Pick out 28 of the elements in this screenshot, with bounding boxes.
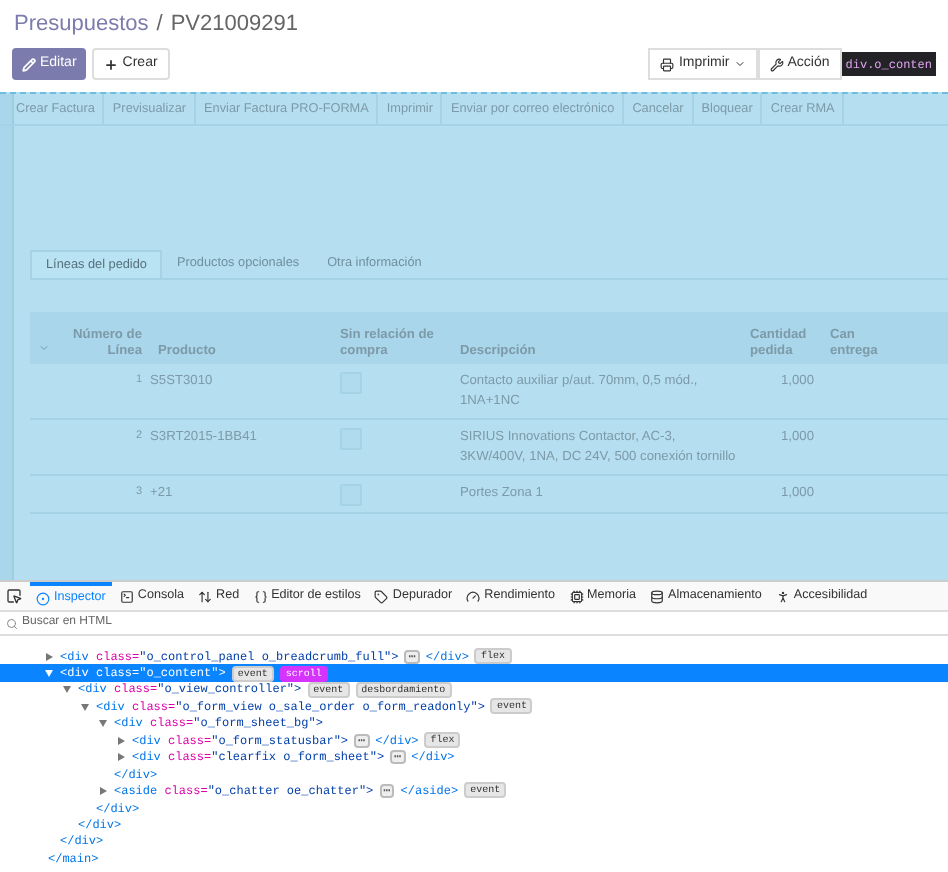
search-icon: [6, 617, 18, 629]
collapse-arrow-icon[interactable]: [62, 684, 72, 695]
collapse-arrow-icon[interactable]: [44, 668, 54, 679]
database-icon: [650, 589, 665, 603]
arrows-icon: [198, 589, 213, 603]
breadcrumb-separator: /: [156, 9, 163, 39]
expand-arrow-icon[interactable]: [116, 752, 126, 763]
breadcrumb-link[interactable]: Presupuestos: [14, 7, 149, 40]
expand-arrow-icon[interactable]: [98, 785, 108, 796]
collapse-arrow-icon[interactable]: [80, 701, 90, 712]
braces-icon: [253, 589, 268, 603]
expand-arrow-icon[interactable]: [116, 735, 126, 746]
printer-icon: [660, 57, 675, 71]
expand-arrow-icon[interactable]: [44, 651, 54, 662]
console-icon: [119, 589, 134, 603]
pencil-icon: [22, 57, 36, 71]
caret-icon: [733, 58, 746, 70]
tag-icon: [374, 589, 389, 603]
person-icon: [775, 589, 790, 603]
wrench-icon: [769, 57, 784, 71]
plus-icon: [104, 57, 119, 71]
collapse-arrow-icon[interactable]: [98, 718, 108, 729]
record-title: PV21009291: [170, 9, 298, 39]
caret-icon: [38, 342, 50, 354]
picker-icon[interactable]: [6, 588, 22, 604]
chip-icon: [569, 589, 584, 603]
gauge-icon: [466, 589, 481, 603]
inspector-icon: [36, 591, 50, 605]
